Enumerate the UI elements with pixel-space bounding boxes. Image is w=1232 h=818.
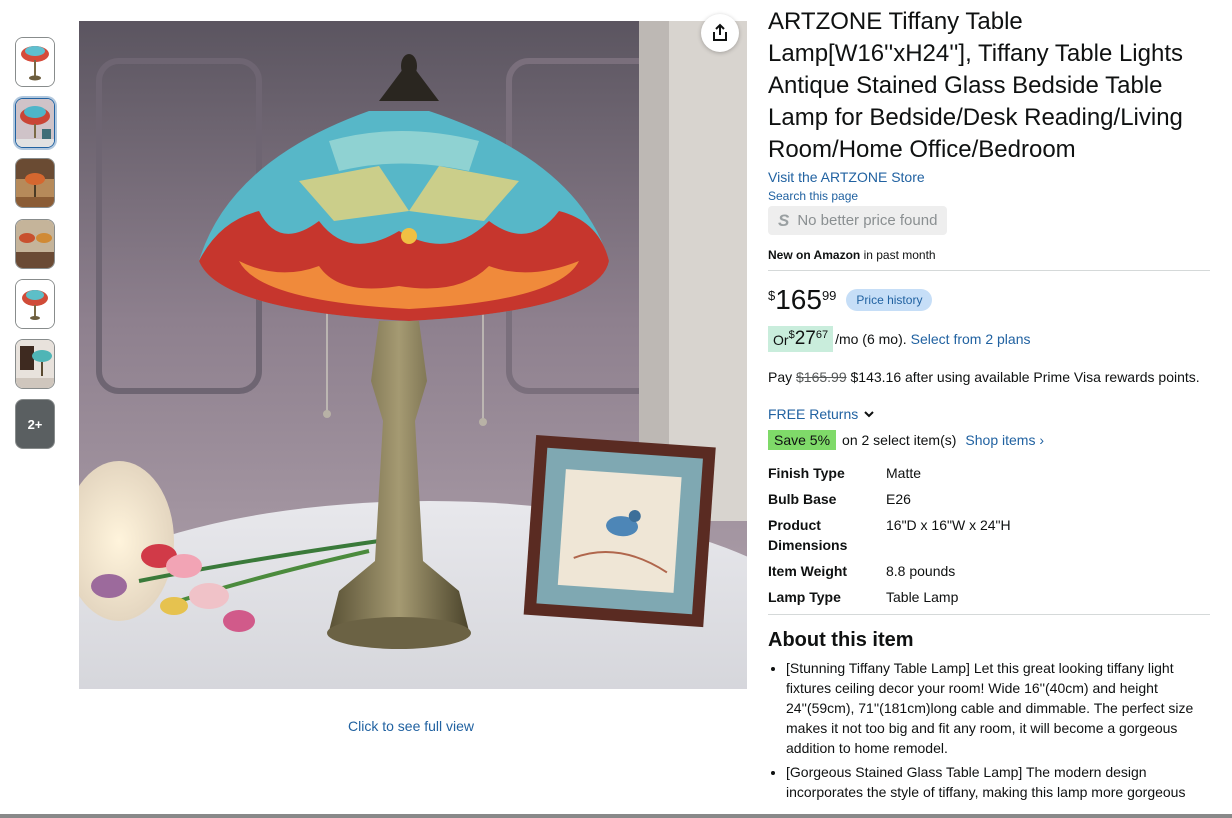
spec-row: Item Weight 8.8 pounds bbox=[768, 561, 1210, 581]
divider bbox=[768, 270, 1210, 271]
shop-items-link[interactable]: Shop items › bbox=[965, 432, 1044, 448]
divider bbox=[768, 614, 1210, 615]
horizontal-scrollbar[interactable] bbox=[0, 814, 1232, 818]
monthly-or: Or bbox=[773, 332, 789, 348]
product-title: ARTZONE Tiffany Table Lamp[W16''xH24''],… bbox=[768, 8, 1183, 163]
thumbnail-more-label: 2+ bbox=[27, 416, 43, 432]
product-details: ARTZONE Tiffany Table Lamp[W16''xH24''],… bbox=[768, 6, 1210, 806]
thumbnail-6[interactable] bbox=[15, 339, 55, 389]
thumbnail-4[interactable] bbox=[15, 219, 55, 269]
price: $ 165 99 Price history bbox=[768, 285, 1210, 315]
prime-visa-offer: Pay $165.99 $143.16 after using availabl… bbox=[768, 369, 1210, 385]
pay-prefix: Pay bbox=[768, 369, 797, 385]
spec-value: E26 bbox=[886, 491, 911, 507]
chevron-down-icon bbox=[864, 411, 874, 418]
share-icon bbox=[713, 23, 727, 41]
no-better-price-badge: S No better price found bbox=[768, 206, 948, 235]
spec-key: Bulb Base bbox=[768, 491, 837, 507]
new-on-amazon-bold: New on Amazon bbox=[768, 248, 861, 262]
about-bullets: [Stunning Tiffany Table Lamp] Let this g… bbox=[768, 658, 1210, 802]
thumbnail-3[interactable] bbox=[15, 158, 55, 208]
free-returns-label: FREE Returns bbox=[768, 406, 859, 422]
search-page-link[interactable]: Search this page bbox=[768, 189, 858, 203]
spec-row: Product Dimensions 16"D x 16"W x 24"H bbox=[768, 515, 1210, 555]
select-plans-link[interactable]: Select from 2 plans bbox=[911, 331, 1031, 347]
spec-value: Matte bbox=[886, 465, 922, 481]
main-product-image[interactable] bbox=[79, 21, 747, 689]
spec-value: 16"D x 16"W x 24"H bbox=[886, 517, 1011, 533]
save-text: on 2 select item(s) bbox=[842, 432, 957, 448]
full-view-link[interactable]: Click to see full view bbox=[348, 718, 474, 734]
store-link[interactable]: Visit the ARTZONE Store bbox=[768, 169, 925, 185]
free-returns-toggle[interactable]: FREE Returns bbox=[768, 406, 1210, 422]
price-history-button[interactable]: Price history bbox=[846, 289, 933, 311]
price-tracker-icon: S bbox=[778, 210, 790, 230]
save-coupon: Save 5% on 2 select item(s) Shop items › bbox=[768, 430, 1210, 450]
monthly-payment: Or $ 27 67 /mo (6 mo). Select from 2 pla… bbox=[768, 326, 1210, 352]
product-specs: Finish Type Matte Bulb Base E26 Product Di… bbox=[768, 463, 1210, 607]
spec-key: Finish Type bbox=[768, 465, 845, 481]
new-on-amazon: New on Amazon in past month bbox=[768, 248, 1210, 262]
spec-row: Finish Type Matte bbox=[768, 463, 1210, 483]
spec-key: Item Weight bbox=[768, 563, 848, 579]
spec-value: 8.8 pounds bbox=[886, 563, 956, 579]
monthly-period: /mo (6 mo). bbox=[835, 331, 907, 347]
spec-key: Lamp Type bbox=[768, 589, 841, 605]
price-fraction: 99 bbox=[821, 288, 837, 303]
save-badge: Save 5% bbox=[768, 430, 837, 450]
monthly-price-badge: Or $ 27 67 bbox=[768, 326, 834, 352]
about-bullet: [Stunning Tiffany Table Lamp] Let this g… bbox=[786, 658, 1210, 758]
price-whole: 165 bbox=[775, 284, 822, 315]
thumbnail-more[interactable]: 2+ bbox=[15, 399, 55, 449]
spec-row: Bulb Base E26 bbox=[768, 489, 1210, 509]
spec-key: Product Dimensions bbox=[768, 517, 848, 553]
about-bullet: [Gorgeous Stained Glass Table Lamp] The … bbox=[786, 762, 1210, 802]
pay-rest: $143.16 after using available Prime Visa… bbox=[846, 369, 1200, 385]
pay-original-price: $165.99 bbox=[796, 369, 847, 385]
new-on-amazon-rest: in past month bbox=[860, 248, 936, 262]
spec-row: Lamp Type Table Lamp bbox=[768, 587, 1210, 607]
thumbnail-2[interactable] bbox=[15, 98, 55, 148]
share-button[interactable] bbox=[701, 14, 739, 52]
thumbnail-5[interactable] bbox=[15, 279, 55, 329]
monthly-fraction: 67 bbox=[815, 329, 829, 341]
monthly-whole: 27 bbox=[794, 328, 816, 349]
no-better-price-text: No better price found bbox=[797, 212, 938, 229]
about-heading: About this item bbox=[768, 629, 914, 651]
price-symbol: $ bbox=[768, 288, 776, 303]
spec-value: Table Lamp bbox=[886, 589, 959, 605]
thumbnail-1[interactable] bbox=[15, 37, 55, 87]
